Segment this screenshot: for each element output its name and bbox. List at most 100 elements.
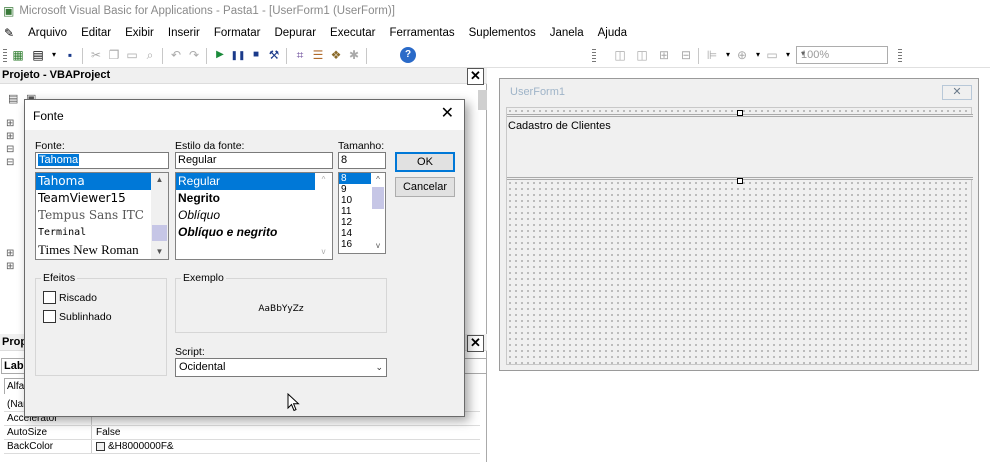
tree-expander[interactable]: ⊟ — [6, 144, 14, 155]
style-list-scrollbar[interactable]: ^ v — [315, 173, 332, 259]
font-size-input[interactable]: 8 — [338, 152, 386, 169]
scroll-thumb[interactable] — [372, 187, 384, 209]
font-name-input[interactable]: Tahoma — [35, 152, 169, 169]
help-icon[interactable]: ? — [400, 47, 416, 63]
size-list-scrollbar[interactable]: ^ v — [371, 173, 385, 253]
property-row[interactable]: AutoSize False — [4, 426, 480, 440]
redo-icon[interactable]: ↷ — [186, 47, 202, 63]
list-item[interactable]: Oblíquo e negrito — [176, 224, 332, 241]
reset-icon[interactable]: ■ — [248, 47, 264, 63]
chevron-down-icon: ⌄ — [375, 362, 383, 372]
bring-front-icon[interactable]: ◫ — [612, 47, 628, 63]
menu-editar[interactable]: Editar — [81, 27, 111, 39]
size-icon[interactable]: ▭ — [764, 47, 780, 63]
menu-exibir[interactable]: Exibir — [125, 27, 154, 39]
menu-ferramentas[interactable]: Ferramentas — [389, 27, 454, 39]
send-back-icon[interactable]: ◫ — [634, 47, 650, 63]
userform-close-button[interactable]: ✕ — [942, 85, 972, 100]
paste-icon[interactable]: ▭ — [124, 47, 140, 63]
property-name: BackColor — [4, 440, 92, 453]
list-item[interactable]: Tahoma — [36, 173, 168, 190]
cut-icon[interactable]: ✂ — [88, 47, 104, 63]
font-style-label: Estilo da fonte: — [175, 140, 245, 152]
save-icon[interactable]: ▪ — [62, 47, 78, 63]
tree-expander[interactable]: ⊞ — [6, 248, 14, 259]
align-icon[interactable]: ⊫ — [704, 47, 720, 63]
menu-formatar[interactable]: Formatar — [214, 27, 261, 39]
properties-panel-close-button[interactable]: ✕ — [467, 335, 484, 352]
list-item[interactable]: Oblíquo — [176, 207, 332, 224]
tree-expander[interactable]: ⊞ — [6, 131, 14, 142]
menu-inserir[interactable]: Inserir — [168, 27, 200, 39]
run-icon[interactable]: ▶ — [212, 47, 228, 63]
list-item[interactable]: TeamViewer15 — [36, 190, 168, 207]
chevron-up-icon[interactable]: ^ — [315, 173, 332, 187]
dropdown-arrow-icon[interactable]: ▾ — [46, 47, 62, 63]
font-style-list[interactable]: Regular Negrito Oblíquo Oblíquo e negrit… — [175, 172, 333, 260]
font-name-list[interactable]: Tahoma TeamViewer15 Tempus Sans ITC Term… — [35, 172, 169, 260]
ungroup-icon[interactable]: ⊟ — [678, 47, 694, 63]
center-icon[interactable]: ⊕ — [734, 47, 750, 63]
font-dialog-titlebar: Fonte ✕ — [25, 100, 464, 130]
font-style-input[interactable]: Regular — [175, 152, 333, 169]
project-scrollbar[interactable] — [478, 90, 487, 110]
menu-depurar[interactable]: Depurar — [274, 27, 316, 39]
tree-expander[interactable]: ⊞ — [6, 118, 14, 129]
view-code-icon[interactable]: ▤ — [8, 92, 18, 105]
find-icon[interactable]: ⌕ — [142, 47, 158, 63]
tree-expander[interactable]: ⊞ — [6, 261, 14, 272]
menu-suplementos[interactable]: Suplementos — [469, 27, 536, 39]
insert-userform-icon[interactable]: ▤ — [30, 47, 46, 63]
zoom-combo[interactable]: 100% ▾ — [796, 46, 888, 64]
property-row[interactable]: BackColor &H8000000F& — [4, 440, 480, 454]
list-item[interactable]: Negrito — [176, 190, 332, 207]
window-title: Microsoft Visual Basic for Applications … — [19, 5, 395, 17]
resize-handle[interactable] — [737, 110, 743, 116]
menu-janela[interactable]: Janela — [550, 27, 584, 39]
label-control[interactable]: Cadastro de Clientes — [507, 110, 973, 184]
userform-canvas[interactable]: Cadastro de Clientes — [506, 107, 973, 365]
list-item[interactable]: Terminal — [36, 224, 168, 241]
toolbar-grip[interactable] — [3, 49, 7, 63]
properties-icon[interactable]: ☰ — [310, 47, 326, 63]
strikeout-checkbox[interactable] — [43, 291, 56, 304]
scroll-thumb[interactable] — [152, 225, 167, 241]
excel-icon[interactable]: ▦ — [10, 47, 26, 63]
object-browser-icon[interactable]: ❖ — [328, 47, 344, 63]
tree-expander[interactable]: ⊟ — [6, 157, 14, 168]
script-combo[interactable]: Ocidental ⌄ — [175, 358, 387, 377]
list-item[interactable]: Times New Roman — [36, 241, 168, 258]
font-size-list[interactable]: 8 9 10 11 12 14 16 ^ v — [338, 172, 386, 254]
group-icon[interactable]: ⊞ — [656, 47, 672, 63]
list-item[interactable]: Tempus Sans ITC — [36, 207, 168, 224]
break-icon[interactable]: ❚❚ — [230, 47, 246, 63]
ok-button[interactable]: OK — [395, 152, 455, 172]
cancel-button[interactable]: Cancelar — [395, 177, 455, 197]
menu-executar[interactable]: Executar — [330, 27, 375, 39]
chevron-down-icon[interactable]: v — [315, 245, 332, 259]
chevron-down-icon[interactable]: ▼ — [151, 245, 168, 259]
project-explorer-icon[interactable]: ⌗ — [292, 47, 308, 63]
resize-handle[interactable] — [737, 178, 743, 184]
close-icon[interactable]: ✕ — [441, 106, 454, 122]
project-panel-title: Projeto - VBAProject — [2, 69, 111, 81]
undo-icon[interactable]: ↶ — [168, 47, 184, 63]
toolbar-grip[interactable] — [898, 49, 902, 63]
chevron-up-icon[interactable]: ^ — [371, 173, 385, 187]
font-list-scrollbar[interactable]: ▲ ▼ — [151, 173, 168, 259]
design-mode-icon[interactable]: ⚒ — [266, 47, 282, 63]
chevron-up-icon[interactable]: ▲ — [151, 173, 168, 187]
chevron-down-icon[interactable]: v — [371, 239, 385, 253]
project-panel-close-button[interactable]: ✕ — [467, 68, 484, 85]
copy-icon[interactable]: ❐ — [106, 47, 122, 63]
effects-label: Efeitos — [41, 272, 78, 284]
list-item[interactable]: Regular — [176, 173, 332, 190]
font-dialog: Fonte ✕ Fonte: Tahoma Tahoma TeamViewer1… — [24, 99, 465, 417]
toolbar-grip[interactable] — [592, 49, 596, 63]
underline-checkbox[interactable] — [43, 310, 56, 323]
menu-arquivo[interactable]: Arquivo — [28, 27, 67, 39]
menu-ajuda[interactable]: Ajuda — [598, 27, 627, 39]
toolbox-icon[interactable]: ✱ — [346, 47, 362, 63]
dropdown-arrow-icon[interactable]: ▾ — [780, 47, 796, 63]
vba-icon[interactable]: ✎ — [4, 26, 14, 40]
